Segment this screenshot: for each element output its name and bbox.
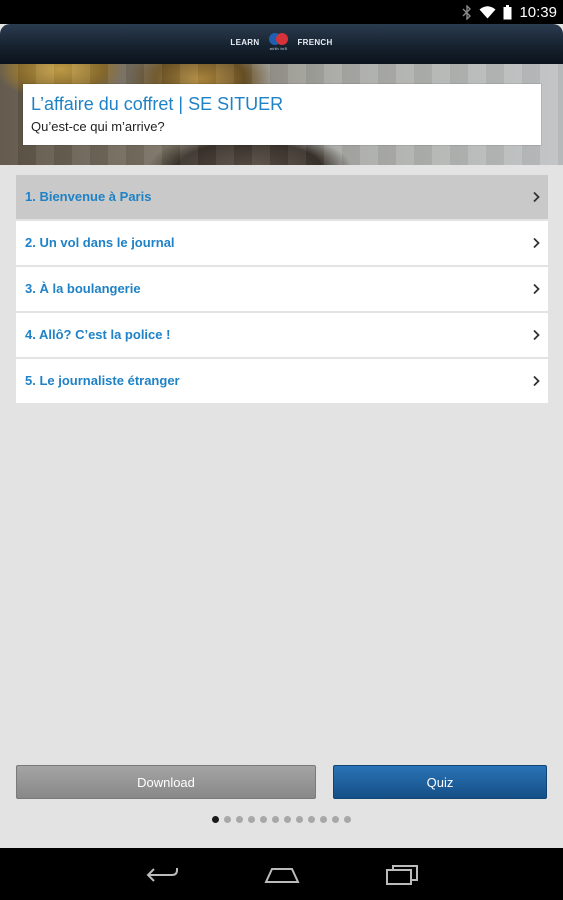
chapter-label: 5. Le journaliste étranger bbox=[25, 373, 180, 388]
hero-banner: L’affaire du coffret | SE SITUER Qu’est-… bbox=[0, 64, 563, 165]
chapter-label: 4. Allô? C’est la police ! bbox=[25, 327, 171, 342]
home-icon[interactable] bbox=[262, 862, 302, 888]
logo-mark-icon: with tv5 bbox=[267, 32, 289, 52]
navigation-bar bbox=[0, 848, 563, 900]
page-dot[interactable] bbox=[320, 815, 327, 823]
chevron-right-icon bbox=[533, 237, 540, 249]
chevron-right-icon bbox=[533, 191, 540, 203]
quiz-button[interactable]: Quiz bbox=[333, 765, 547, 799]
logo-learn-text: LEARN bbox=[230, 37, 260, 47]
clock: 10:39 bbox=[519, 3, 557, 21]
chapter-item-4[interactable]: 4. Allô? C’est la police ! bbox=[16, 313, 548, 357]
page-indicator bbox=[0, 814, 563, 824]
logo-french-text: FRENCH bbox=[297, 37, 333, 47]
chapter-list: 1. Bienvenue à Paris 2. Un vol dans le j… bbox=[16, 175, 548, 405]
app-logo: LEARN with tv5 FRENCH bbox=[0, 32, 563, 52]
episode-title-card: L’affaire du coffret | SE SITUER Qu’est-… bbox=[23, 84, 541, 145]
page-dot[interactable] bbox=[212, 815, 219, 823]
episode-subtitle: Qu’est-ce qui m’arrive? bbox=[31, 119, 165, 134]
status-bar: 10:39 bbox=[0, 0, 563, 24]
page-dot[interactable] bbox=[224, 815, 231, 823]
chapter-item-3[interactable]: 3. À la boulangerie bbox=[16, 267, 548, 311]
wifi-icon bbox=[479, 5, 496, 19]
logo-tagline: with tv5 bbox=[269, 46, 288, 51]
page-dot[interactable] bbox=[236, 815, 243, 823]
recent-apps-icon[interactable] bbox=[382, 862, 422, 888]
chevron-right-icon bbox=[533, 283, 540, 295]
page-dot[interactable] bbox=[272, 815, 279, 823]
episode-title: L’affaire du coffret | SE SITUER bbox=[31, 94, 284, 114]
chapter-label: 2. Un vol dans le journal bbox=[25, 235, 175, 250]
chapter-item-5[interactable]: 5. Le journaliste étranger bbox=[16, 359, 548, 403]
chapter-label: 1. Bienvenue à Paris bbox=[25, 189, 152, 204]
status-icons: 10:39 bbox=[462, 0, 557, 24]
battery-icon bbox=[503, 4, 512, 20]
app-header: LEARN with tv5 FRENCH bbox=[0, 24, 563, 64]
bluetooth-icon bbox=[462, 4, 472, 20]
page-dot[interactable] bbox=[344, 815, 351, 823]
page-dot[interactable] bbox=[296, 815, 303, 823]
chevron-right-icon bbox=[533, 329, 540, 341]
page-dot[interactable] bbox=[308, 815, 315, 823]
chapter-item-1[interactable]: 1. Bienvenue à Paris bbox=[16, 175, 548, 219]
page-dot[interactable] bbox=[260, 815, 267, 823]
page-dot[interactable] bbox=[284, 815, 291, 823]
chapter-item-2[interactable]: 2. Un vol dans le journal bbox=[16, 221, 548, 265]
page-dot[interactable] bbox=[332, 815, 339, 823]
download-button[interactable]: Download bbox=[16, 765, 316, 799]
page-dot[interactable] bbox=[248, 815, 255, 823]
chevron-right-icon bbox=[533, 375, 540, 387]
back-icon[interactable] bbox=[142, 862, 182, 888]
chapter-label: 3. À la boulangerie bbox=[25, 281, 141, 296]
